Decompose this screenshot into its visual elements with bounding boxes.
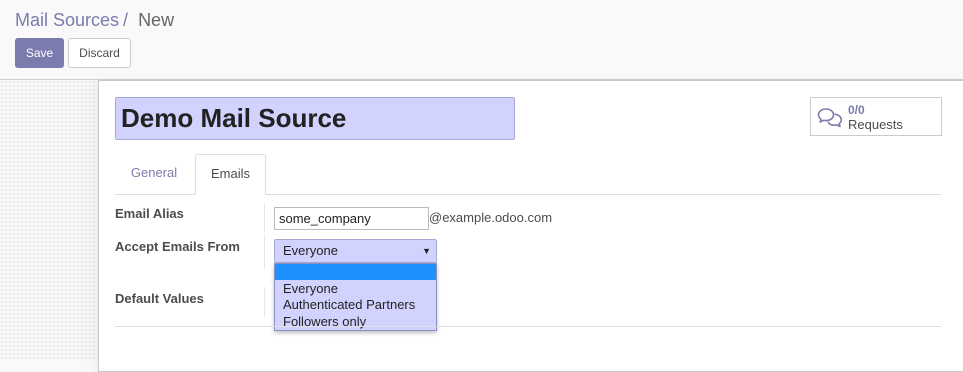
dropdown-option-followers-only[interactable]: Followers only [275,314,436,330]
email-alias-label: Email Alias [115,206,184,221]
record-name-input[interactable]: Demo Mail Source [115,97,515,140]
notebook-tabs: General Emails [115,154,941,195]
dropdown-option-blank[interactable] [275,264,436,280]
form-divider [115,326,941,327]
field-separator [264,235,265,269]
comments-icon [817,108,843,128]
tab-general[interactable]: General [115,154,193,194]
field-separator [264,203,265,233]
breadcrumb-parent-link[interactable]: Mail Sources [15,10,119,30]
breadcrumb-separator: / [123,10,129,30]
email-alias-input[interactable]: some_company [274,207,429,230]
dropdown-option-everyone[interactable]: Everyone [275,281,436,297]
default-values-label: Default Values [115,291,204,306]
requests-stat-button[interactable]: 0/0 Requests [810,97,942,136]
requests-count: 0/0 [848,103,865,117]
control-panel: Mail Sources / New Save Discard [0,0,963,80]
accept-emails-select[interactable]: Everyone ▼ [274,239,437,263]
tab-emails[interactable]: Emails [195,154,266,195]
dropdown-option-authenticated-partners[interactable]: Authenticated Partners [275,297,436,313]
breadcrumb-current: New [138,10,175,30]
accept-emails-selected-value: Everyone [283,243,338,258]
email-alias-domain: @example.odoo.com [429,210,553,225]
breadcrumb: Mail Sources / New [15,9,174,31]
requests-label: Requests [848,117,903,132]
form-sheet: Demo Mail Source 0/0 Requests General Em… [98,80,963,372]
field-separator [264,287,265,317]
dropdown-arrow-icon: ▼ [422,246,431,256]
discard-button[interactable]: Discard [68,38,131,68]
accept-emails-label: Accept Emails From [115,239,240,254]
accept-emails-dropdown: Everyone Authenticated Partners Follower… [274,263,437,331]
save-button[interactable]: Save [15,38,64,68]
